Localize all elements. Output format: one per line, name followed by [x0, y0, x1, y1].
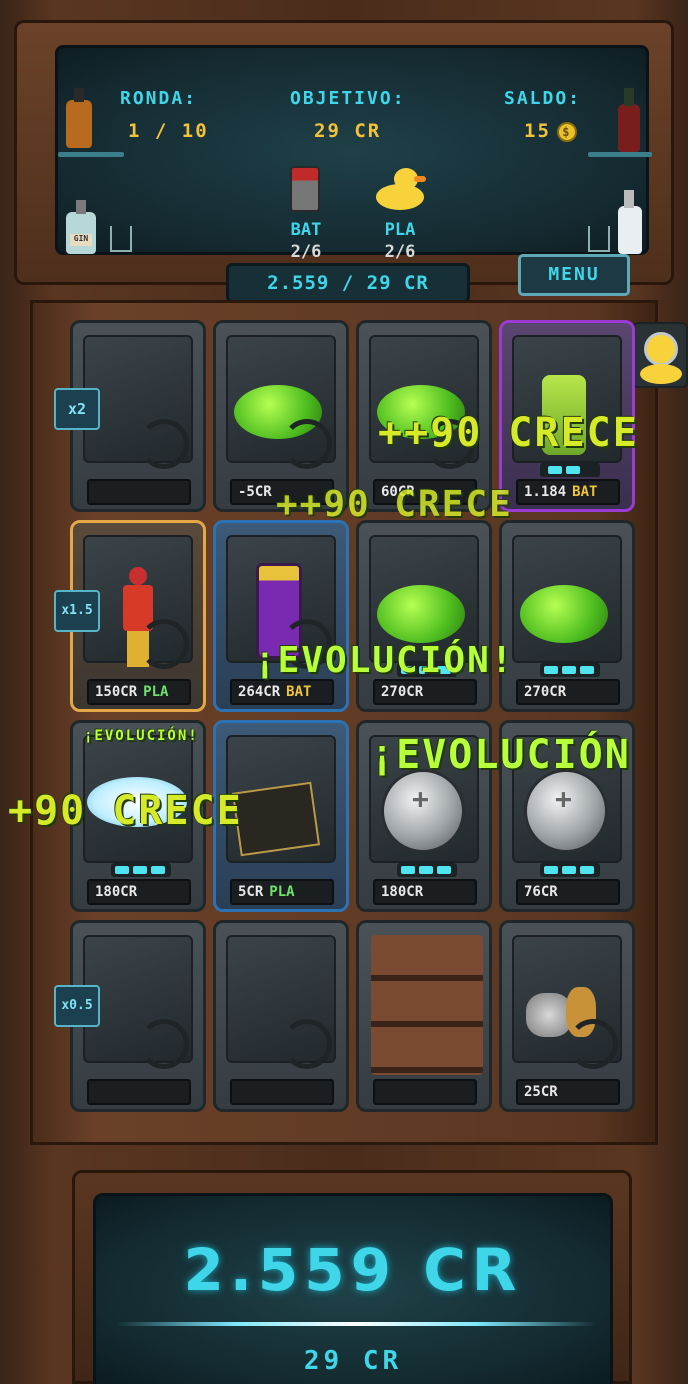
slot-6[interactable]: 264CR BAT — [213, 520, 349, 712]
bat-counter-label: BAT — [290, 220, 322, 240]
round-label: RONDA: — [120, 88, 198, 109]
slime-icon — [377, 585, 465, 643]
target-value: 29 CR — [314, 120, 382, 142]
shelf-right-top — [588, 152, 652, 157]
coil-icon — [139, 419, 189, 469]
astronaut-duck-icon[interactable] — [632, 322, 688, 388]
hud-screen: GIN RONDA: 1 / 10 OBJETIVO: 29 CR SALDO:… — [55, 45, 652, 262]
total-credits: 2.559 CR — [183, 1236, 523, 1304]
row-multiplier-1: x2 — [54, 388, 100, 430]
whiskey-bottle-neck — [74, 88, 84, 102]
boarded-slot-icon — [371, 935, 483, 1075]
round-value: 1 / 10 — [128, 120, 209, 142]
goal-credits: 29 CR — [303, 1346, 403, 1376]
coin-cell-icon — [524, 769, 608, 853]
charge-lights — [540, 463, 600, 477]
charge-lights — [540, 663, 600, 677]
slot-14[interactable] — [213, 920, 349, 1112]
cards-icon — [231, 781, 321, 857]
vodka-bottle-icon — [618, 206, 642, 254]
charge-lights — [111, 863, 171, 877]
slot-16[interactable]: 25CR — [499, 920, 635, 1112]
hud-panel: GIN RONDA: 1 / 10 OBJETIVO: 29 CR SALDO:… — [14, 20, 674, 285]
grow-popup: ++90 CRECE — [378, 410, 639, 456]
slot-price — [230, 1079, 334, 1105]
slot-price: 270CR — [516, 679, 620, 705]
cocktail-glass-icon — [110, 226, 132, 252]
payout-screen: 2.559 CR 29 CR — [93, 1193, 613, 1384]
slot-price — [373, 1079, 477, 1105]
slot-price: 25CR — [516, 1079, 620, 1105]
slot-price: 5CR PLA — [230, 879, 334, 905]
evolution-popup: ¡EVOLUCIÓN! — [254, 640, 515, 681]
evolution-popup: ¡EVOLUCIÓN — [370, 732, 631, 778]
slot-15[interactable] — [356, 920, 492, 1112]
vodka-bottle-neck — [624, 190, 634, 208]
coil-icon — [282, 419, 332, 469]
slot-price: 150CR PLA — [87, 679, 191, 705]
balance-amount: 15 — [524, 120, 551, 142]
row-multiplier-2: x1.5 — [54, 590, 100, 632]
coil-icon — [139, 1019, 189, 1069]
menu-button[interactable]: MENU — [518, 254, 630, 296]
wine-bottle-neck — [624, 88, 634, 106]
gin-bottle-neck — [76, 200, 86, 214]
balance-label: SALDO: — [504, 88, 582, 109]
charge-lights — [397, 863, 457, 877]
slot-price: 1.184 BAT — [516, 479, 620, 505]
target-label: OBJETIVO: — [290, 88, 406, 109]
coin-cell-icon — [381, 769, 465, 853]
slot-7[interactable]: 270CR — [356, 520, 492, 712]
balance-value: 15 $ — [524, 120, 577, 142]
slot-price — [87, 1079, 191, 1105]
battery-icon — [290, 166, 320, 212]
slot-8[interactable]: 270CR — [499, 520, 635, 712]
score-progress-bar: 2.559 / 29 CR — [226, 263, 470, 303]
coil-icon — [568, 1019, 618, 1069]
coin-icon: $ — [556, 121, 577, 142]
bat-counter-value: 2/6 — [290, 242, 322, 262]
slime-icon — [520, 585, 608, 643]
slot-price: 264CR BAT — [230, 679, 334, 705]
electric-arc-icon — [116, 1322, 596, 1326]
cocktail-glass-icon — [588, 226, 610, 252]
slot-price — [87, 479, 191, 505]
pla-counter-label: PLA — [384, 220, 416, 240]
slot-price: 180CR — [87, 879, 191, 905]
payout-panel: 2.559 CR 29 CR — [72, 1170, 632, 1384]
coil-icon — [282, 1019, 332, 1069]
gin-bottle-icon — [66, 212, 96, 254]
shelf-left-top — [58, 152, 124, 157]
pla-counter-value: 2/6 — [384, 242, 416, 262]
evolution-popup-small: ¡EVOLUCIÓN! — [84, 728, 199, 744]
slot-price: 76CR — [516, 879, 620, 905]
slot-price: 180CR — [373, 879, 477, 905]
grow-popup: +90 CRECE — [8, 788, 243, 834]
rubber-duck-icon — [376, 168, 426, 212]
wine-bottle-icon — [618, 104, 640, 152]
coil-icon — [139, 619, 189, 669]
grow-popup: ++90 CRECE — [276, 484, 513, 525]
whiskey-bottle-icon — [66, 100, 92, 148]
row-multiplier-4: x0.5 — [54, 985, 100, 1027]
slot-price: 270CR — [373, 679, 477, 705]
gin-label: GIN — [70, 234, 92, 246]
charge-lights — [540, 863, 600, 877]
